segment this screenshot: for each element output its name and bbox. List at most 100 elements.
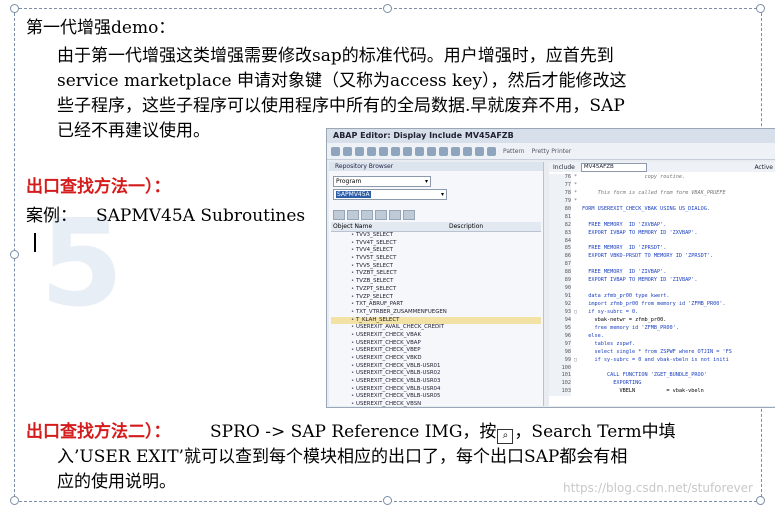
tree-item[interactable]: USEREXIT_AVAIL_CHECK_CREDIT — [331, 324, 541, 332]
tree-item[interactable]: TVZPT_SELECT — [331, 286, 541, 294]
display-change-icon[interactable] — [367, 146, 376, 156]
code-line[interactable]: 103 VBELN = vbak-vbeln — [549, 388, 775, 397]
collapse-icon[interactable] — [347, 210, 359, 220]
paragraph-line-4: 已经不再建议使用。 — [57, 121, 210, 141]
window-icon[interactable] — [439, 146, 448, 156]
code-line[interactable]: 100 — [549, 364, 775, 373]
code-text: EXPORT VBKD-PRSDT TO MEMORY ID 'ZPRSDT'. — [582, 253, 714, 260]
pattern-button[interactable]: Pattern — [503, 148, 525, 155]
find-icon[interactable] — [375, 210, 387, 220]
hierarchy-icon[interactable] — [427, 146, 436, 156]
copy-icon[interactable] — [403, 210, 415, 220]
code-text: FORM USEREXIT_CHECK_VBAK USING US_DIALOG… — [582, 205, 711, 212]
tree-item[interactable]: TVV5_SELECT — [331, 263, 541, 271]
code-line[interactable]: 102 EXPORTING — [549, 380, 775, 389]
activate-icon[interactable] — [391, 146, 400, 156]
tree-item[interactable]: USEREXIT_CHECK_VBLB-USR03 — [331, 378, 541, 386]
stop-icon[interactable] — [463, 146, 472, 156]
back-icon[interactable] — [331, 146, 340, 156]
tree-item[interactable]: TXT_VTRBER_ZUSAMMENFUEGEN — [331, 309, 541, 317]
tree-item[interactable]: USEREXIT_CHECK_VBLB-USR04 — [331, 386, 541, 394]
code-line[interactable]: 93 □ if sy-subrc = 0. — [549, 308, 775, 317]
code-line[interactable]: 96 else. — [549, 332, 775, 341]
resize-handle-bc[interactable] — [383, 496, 392, 505]
code-line[interactable]: 89 EXPORT IVBAP TO MEMORY ID 'ZIVBAP'. — [549, 277, 775, 286]
resize-handle-bl[interactable] — [10, 496, 19, 505]
tree-item[interactable]: TVV3_SELECT — [331, 232, 541, 240]
tree-item[interactable]: USEREXIT_CHECK_VBEP — [331, 347, 541, 355]
code-line[interactable]: 94 vbak-netwr = zfmb_pr00. — [549, 316, 775, 325]
tree-item[interactable]: USEREXIT_CHECK_VBSN — [331, 401, 541, 407]
tree-item[interactable]: USEREXIT_CHECK_VBLB-USR05 — [331, 393, 541, 401]
new-icon[interactable] — [389, 210, 401, 220]
code-text: data zfmb_pr00 type kwert. — [582, 293, 670, 300]
tree-item[interactable]: USEREXIT_CHECK_VBAK — [331, 332, 541, 340]
code-line[interactable]: 85 FREE MEMORY ID 'ZPRSDT'. — [549, 245, 775, 254]
code-line[interactable]: 84 — [549, 237, 775, 246]
code-line[interactable]: 95 free memory id 'ZFMB_PR00'. — [549, 324, 775, 333]
code-line[interactable]: 86 EXPORT VBKD-PRSDT TO MEMORY ID 'ZPRSD… — [549, 253, 775, 262]
chevron-down-icon: ▾ — [424, 178, 428, 185]
tree-item[interactable]: TVV5T_SELECT — [331, 255, 541, 263]
tree-item[interactable]: USEREXIT_CHECK_VBLB-USR02 — [331, 370, 541, 378]
include-label: Include — [553, 163, 575, 171]
code-line[interactable]: 92 import zfmb_pr00 from memory id 'ZFMB… — [549, 301, 775, 309]
sap-window-title: ABAP Editor: Display Include MV45AFZB — [327, 129, 775, 143]
check-icon[interactable] — [379, 146, 388, 156]
code-line[interactable]: 90 — [549, 285, 775, 294]
line-number: 91 — [549, 293, 571, 302]
where-used-icon[interactable] — [415, 146, 424, 156]
code-line[interactable]: 78 * This form is called from form VBAK_P… — [549, 189, 775, 198]
code-text: vbak-netwr = zfmb_pr00. — [582, 316, 667, 323]
test-icon[interactable] — [403, 146, 412, 156]
resize-handle-tr[interactable] — [756, 4, 765, 13]
code-line[interactable]: 83 EXPORT IVBAP TO MEMORY ID 'ZXVBAP'. — [549, 229, 775, 238]
tree-item[interactable]: TVV4T_SELECT — [331, 240, 541, 248]
code-line[interactable]: 91 data zfmb_pr00 type kwert. — [549, 293, 775, 302]
forward-icon[interactable] — [343, 146, 352, 156]
resize-handle-tc[interactable] — [383, 4, 392, 13]
include-name-field[interactable]: MV45AFZB — [580, 162, 647, 172]
code-line[interactable]: 82 FREE MEMORY ID 'ZXVBAP'. — [549, 221, 775, 230]
code-line[interactable]: 98 select single * from ZSPWF where OTJI… — [549, 348, 775, 357]
program-name-input[interactable]: SAPMV45A ▾ — [333, 189, 447, 200]
resize-handle-ml[interactable] — [10, 250, 19, 259]
tree-item[interactable]: USEREXIT_CHECK_VBKD — [331, 355, 541, 363]
code-text: EXPORT IVBAP TO MEMORY ID 'ZIVBAP'. — [582, 277, 698, 284]
expand-icon[interactable] — [333, 210, 345, 220]
line-number: 84 — [549, 237, 571, 246]
other-object-icon[interactable] — [355, 146, 364, 156]
code-text: This form is called from form VBAK_PRUEF… — [582, 189, 726, 196]
enhance-icon[interactable] — [487, 146, 496, 156]
tree-item[interactable]: USEREXIT_CHECK_VBAP — [331, 340, 541, 348]
paragraph-line-1: 由于第一代增强这类增强需要修改sap的标准代码。用户增强时，应首先到 — [57, 46, 614, 66]
tree-item[interactable]: TVZBT_SELECT — [331, 270, 541, 278]
code-line[interactable]: 80 FORM USEREXIT_CHECK_VBAK USING US_DIAL… — [549, 205, 775, 214]
sap-toolbar: Pattern Pretty Printer — [327, 143, 775, 160]
object-type-select[interactable]: Program ▾ — [333, 176, 431, 187]
code-line[interactable]: 101 CALL FUNCTION 'ZGET_BUNDLE_PROO' — [549, 372, 775, 381]
code-line[interactable]: 87 — [549, 261, 775, 270]
code-text: VBELN = vbak-vbeln — [582, 388, 704, 395]
code-line[interactable]: 77 * — [549, 181, 775, 190]
code-line[interactable]: 76 * copy routine. — [549, 174, 775, 182]
tree-item[interactable]: TXT_ABRUF_PART — [331, 301, 541, 309]
resize-handle-br[interactable] — [756, 496, 765, 505]
tree-item[interactable]: TVZP_SELECT — [331, 294, 541, 302]
tree-item[interactable]: USEREXIT_CHECK_VBLB-USR01 — [331, 363, 541, 371]
code-line[interactable]: 97 tables zspwf. — [549, 340, 775, 349]
text-caret — [34, 233, 36, 252]
code-line[interactable]: 88 FREE MEMORY ID 'ZIVBAP'. — [549, 269, 775, 278]
tree-item[interactable]: TVZB_SELECT — [331, 278, 541, 286]
code-line[interactable]: 81 — [549, 213, 775, 222]
ext-breakpoint-icon[interactable] — [475, 146, 484, 156]
method1-title: 出口查找方法一）： — [26, 177, 171, 197]
tree-item[interactable]: T_KLAH_SELECT — [331, 316, 541, 325]
tree-item[interactable]: TVV4_SELECT — [331, 247, 541, 255]
refresh-icon[interactable] — [361, 210, 373, 220]
pretty-printer-button[interactable]: Pretty Printer — [532, 148, 572, 155]
resize-handle-tl[interactable] — [10, 4, 19, 13]
breakpoint-icon[interactable] — [451, 146, 460, 156]
code-line[interactable]: 99 □ if sy-subrc = 0 and vbak-vbeln is no… — [549, 356, 775, 365]
code-line[interactable]: 79 * — [549, 197, 775, 206]
